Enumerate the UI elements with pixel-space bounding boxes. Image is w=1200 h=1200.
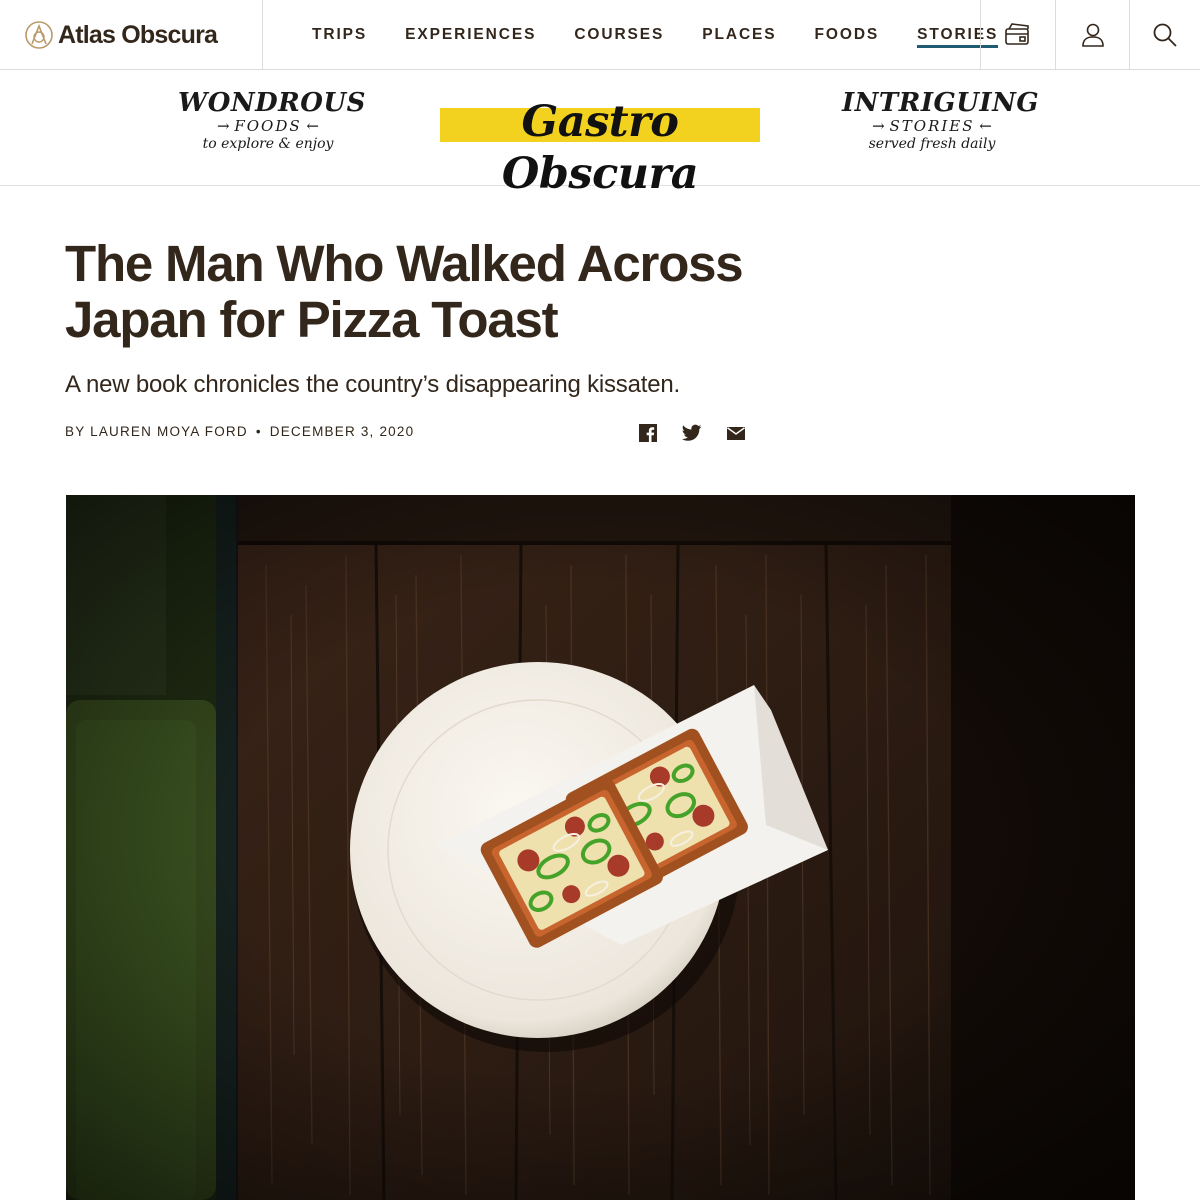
atlas-obscura-logo-icon — [25, 21, 53, 49]
banner-right-line2: STORIES — [842, 118, 1022, 135]
account-icon — [1082, 23, 1104, 47]
twitter-icon — [682, 424, 702, 441]
nav-trips[interactable]: TRIPS — [293, 0, 386, 70]
banner-left-tagline: WONDROUS FOODS to explore & enjoy — [178, 88, 366, 153]
gastro-obscura-banner[interactable]: WONDROUS FOODS to explore & enjoy Gastro… — [0, 70, 1200, 199]
nav-foods[interactable]: FOODS — [796, 0, 899, 70]
email-icon — [727, 427, 745, 440]
banner-left-line3: to explore & enjoy — [202, 136, 334, 152]
article-byline: BY LAUREN MOYA FORD • DECEMBER 3, 2020 — [65, 423, 414, 441]
share-twitter-button[interactable] — [681, 422, 703, 444]
site-logo[interactable]: Atlas Obscura — [0, 0, 263, 70]
logo-text: Atlas Obscura — [58, 20, 218, 49]
publish-date: DECEMBER 3, 2020 — [269, 424, 415, 439]
banner-left-line1: WONDROUS — [178, 88, 366, 118]
nav-experiences[interactable]: EXPERIENCES — [386, 0, 555, 70]
article-title: The Man Who Walked Across Japan for Pizz… — [65, 235, 744, 348]
article-subtitle: A new book chronicles the country’s disa… — [65, 371, 680, 398]
main-nav: TRIPS EXPERIENCES COURSES PLACES FOODS S… — [293, 0, 1017, 70]
hero-photo — [66, 495, 1135, 1200]
hero-image-pizza-toast — [66, 495, 1135, 1200]
top-navigation: Atlas Obscura TRIPS EXPERIENCES COURSES … — [0, 0, 1200, 70]
banner-right-line3: served fresh daily — [868, 136, 996, 152]
share-facebook-button[interactable] — [637, 422, 659, 444]
search-button[interactable] — [1129, 0, 1200, 70]
share-email-button[interactable] — [725, 422, 747, 444]
banner-right-line1: INTRIGUING — [842, 88, 1040, 118]
gastro-obscura-logo[interactable]: Gastro Obscura — [440, 96, 760, 200]
facebook-icon — [639, 424, 657, 442]
search-icon — [1153, 23, 1177, 47]
nav-courses[interactable]: COURSES — [555, 0, 683, 70]
membership-icon — [1005, 23, 1029, 45]
membership-button[interactable] — [980, 0, 1055, 70]
account-button[interactable] — [1055, 0, 1130, 70]
nav-places[interactable]: PLACES — [683, 0, 795, 70]
banner-right-tagline: INTRIGUING STORIES served fresh daily — [842, 88, 1040, 153]
byline-separator: • — [255, 424, 262, 439]
author-link[interactable]: BY LAUREN MOYA FORD — [65, 424, 248, 439]
banner-left-line2: FOODS — [178, 118, 358, 135]
